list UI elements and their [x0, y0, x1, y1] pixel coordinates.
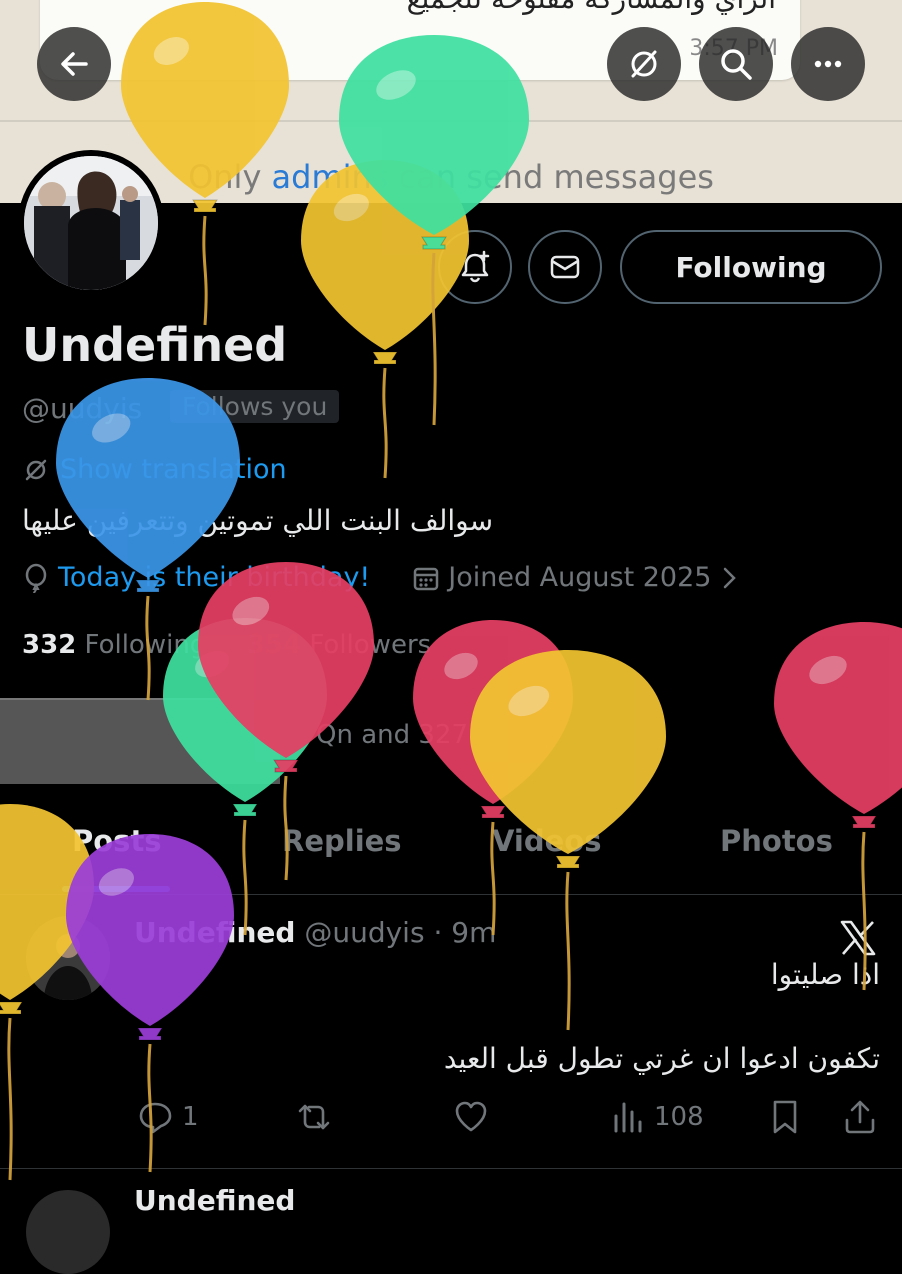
admins-prefix: Only [188, 158, 272, 196]
balloon-knot [0, 1001, 23, 1015]
share-button[interactable] [842, 1098, 878, 1136]
search-icon [721, 49, 752, 80]
post-avatar[interactable] [26, 916, 110, 1000]
translate-button[interactable] [607, 27, 681, 101]
balloon-string [565, 871, 571, 1031]
balloon-small-icon [25, 563, 47, 593]
reply-button[interactable]: 1 [136, 1098, 199, 1136]
heart-icon [455, 1101, 487, 1132]
post-avatar-image [26, 916, 110, 1000]
following-button[interactable]: Following [620, 230, 882, 304]
balloon-shine [232, 596, 270, 626]
show-translation-link[interactable]: Show translation [22, 454, 287, 485]
following-label: Following [84, 630, 207, 660]
balloon-body [413, 620, 573, 804]
more-button[interactable] [791, 27, 865, 101]
tab-replies[interactable]: Replies [282, 824, 402, 858]
admins-word: admins [271, 158, 389, 196]
envelope-icon [550, 255, 580, 279]
balloon-shine [508, 685, 550, 717]
followers-count: 354 [246, 630, 302, 660]
profile-meta-row: Today is their birthday! Joined August 2… [22, 562, 741, 593]
translate-small-icon [25, 459, 47, 480]
balloon-knot [372, 351, 398, 365]
search-button[interactable] [699, 27, 773, 101]
birthday-text: Today is their birthday! [58, 562, 371, 593]
balloon-body [774, 622, 902, 814]
tab-videos[interactable]: Videos [492, 824, 602, 858]
post-text-line-2: تكفون ادعوا ان غرتي تطول قبل العيد [443, 1042, 880, 1075]
avatar-image [24, 156, 158, 290]
banner-divider [0, 120, 902, 122]
follow-counts: 332 Following 354 Followers [22, 630, 431, 660]
views-count: 108 [654, 1102, 704, 1132]
bookmark-icon [773, 1100, 797, 1134]
bell-plus-icon [461, 250, 490, 283]
followed-by-text[interactable]: Qn and 327 [316, 720, 468, 750]
active-tab-indicator [62, 886, 170, 892]
reply-icon [139, 1102, 172, 1134]
message-button[interactable] [528, 230, 602, 304]
balloon-shine [444, 652, 478, 680]
balloon [301, 160, 469, 479]
views-chart-icon [614, 1102, 642, 1133]
views-button[interactable]: 108 [610, 1098, 704, 1136]
following-link[interactable]: 332 Following [22, 630, 206, 660]
x-logo-icon [840, 920, 876, 956]
show-translation-label[interactable]: Show translation [60, 454, 287, 485]
avatar-photo [24, 156, 158, 290]
calendar-icon [414, 567, 439, 590]
followers-label: Followers [309, 630, 432, 660]
banner-chat-bubble: الرأي والمشاركة مفتوحة للجميع 3:57 PM [40, 0, 800, 80]
balloon-string [382, 367, 388, 479]
following-count: 332 [22, 630, 77, 660]
balloon-shine [809, 655, 847, 685]
share-icon [845, 1100, 875, 1134]
arrow-left-icon [61, 52, 88, 76]
profile-display-name: Undefined [22, 318, 288, 372]
reply-count: 1 [182, 1102, 199, 1132]
profile-bio: سوالف البنت اللي تموتين وتتعرفين عليها [22, 504, 494, 537]
next-post-avatar[interactable] [26, 1190, 110, 1274]
repost-icon [298, 1104, 330, 1130]
back-button[interactable] [37, 27, 111, 101]
post-meta: @uudyis · 9m [304, 916, 497, 949]
repost-button[interactable] [294, 1098, 334, 1136]
post-separator [0, 1168, 902, 1169]
post-author[interactable]: Undefined [134, 916, 295, 949]
balloon-knot [137, 1027, 163, 1041]
bookmark-button[interactable] [768, 1098, 802, 1136]
post-actions: 1 108 [0, 1090, 902, 1150]
more-icon [814, 60, 842, 68]
post-header: Undefined @uudyis · 9m [134, 916, 496, 949]
chevron-right-icon[interactable] [719, 564, 741, 592]
profile-handle: @uudyis [22, 392, 143, 425]
overlay-panel [0, 698, 280, 784]
banner-bubble-text: الرأي والمشاركة مفتوحة للجميع [407, 0, 776, 15]
like-button[interactable] [452, 1098, 490, 1136]
next-post-author[interactable]: Undefined [134, 1184, 295, 1217]
follows-you-badge: Follows you [170, 390, 340, 423]
joined-date: Joined August 2025 [448, 562, 712, 593]
followers-link[interactable]: 354 Followers [247, 630, 431, 660]
admins-suffix: can send messages [388, 158, 714, 196]
translate-icon [631, 50, 657, 78]
tab-photos[interactable]: Photos [720, 824, 833, 858]
balloon-string [202, 215, 208, 326]
notifications-button[interactable] [438, 230, 512, 304]
tab-posts[interactable]: Posts [72, 824, 162, 858]
profile-avatar[interactable] [18, 150, 164, 296]
post-text-line-1: اذا صليتوا [770, 958, 880, 991]
profile-tabs: Posts Replies Videos Photos [0, 810, 902, 895]
balloon-string [431, 252, 437, 426]
